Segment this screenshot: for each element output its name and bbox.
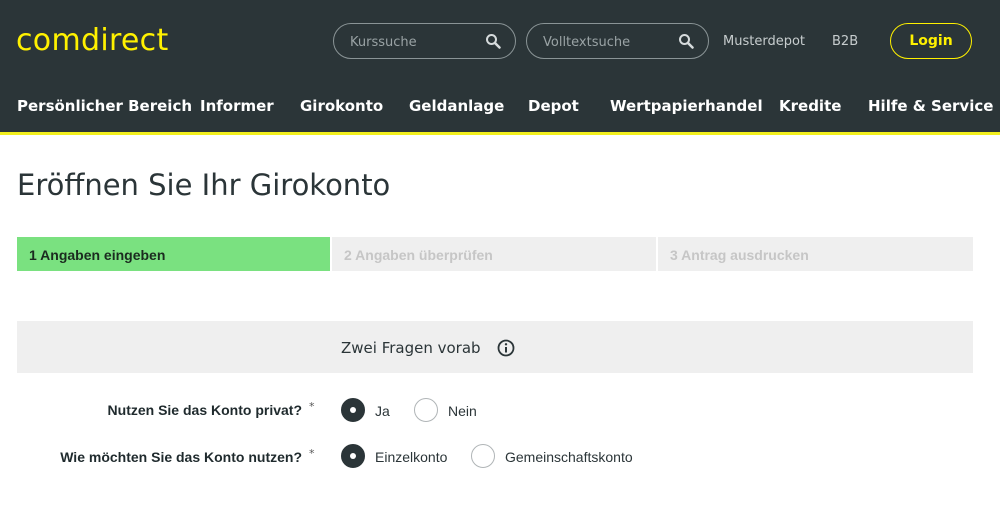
kurssuche-input[interactable]	[350, 32, 480, 52]
volltextsuche-box[interactable]	[526, 23, 709, 59]
volltextsuche-input[interactable]	[543, 32, 673, 52]
question-nutzung-label: Wie möchten Sie das Konto nutzen?	[60, 449, 302, 465]
musterdepot-link[interactable]: Musterdepot	[723, 34, 805, 49]
comdirect-logo[interactable]: comdirect	[16, 23, 169, 58]
search-icon[interactable]	[485, 33, 501, 49]
site-header: comdirect Musterdepot B2B Login Persönli…	[0, 0, 1000, 132]
required-mark: *	[309, 447, 315, 460]
nav-wertpapierhandel[interactable]: Wertpapierhandel	[610, 97, 763, 115]
step-2: 2 Angaben überprüfen	[332, 237, 656, 271]
radio-gemeinschaftskonto-label[interactable]: Gemeinschaftskonto	[505, 449, 633, 465]
radio-einzelkonto[interactable]	[341, 444, 365, 468]
login-button[interactable]: Login	[890, 23, 972, 59]
search-icon[interactable]	[678, 33, 694, 49]
radio-nein-label[interactable]: Nein	[448, 403, 477, 419]
required-mark: *	[309, 400, 315, 413]
section-title: Zwei Fragen vorab	[341, 339, 481, 357]
info-icon[interactable]	[497, 339, 515, 357]
radio-einzelkonto-label[interactable]: Einzelkonto	[375, 449, 447, 465]
radio-gemeinschaftskonto[interactable]	[471, 444, 495, 468]
nav-kredite[interactable]: Kredite	[779, 97, 841, 115]
page-title: Eröffnen Sie Ihr Girokonto	[17, 168, 391, 202]
radio-ja[interactable]	[341, 398, 365, 422]
radio-ja-label[interactable]: Ja	[375, 403, 390, 419]
radio-nein[interactable]	[414, 398, 438, 422]
step-1-active: 1 Angaben eingeben	[17, 237, 330, 271]
section-header	[17, 321, 973, 373]
nav-girokonto[interactable]: Girokonto	[300, 97, 383, 115]
step-3: 3 Antrag ausdrucken	[658, 237, 973, 271]
nav-hilfe-service[interactable]: Hilfe & Service	[868, 97, 993, 115]
nav-depot[interactable]: Depot	[528, 97, 579, 115]
question-privat-label: Nutzen Sie das Konto privat?	[107, 402, 302, 418]
kurssuche-box[interactable]	[333, 23, 516, 59]
header-accent-line	[0, 132, 1000, 135]
nav-informer[interactable]: Informer	[200, 97, 274, 115]
nav-persoenlicher-bereich[interactable]: Persönlicher Bereich	[17, 97, 192, 115]
b2b-link[interactable]: B2B	[832, 34, 858, 49]
nav-geldanlage[interactable]: Geldanlage	[409, 97, 504, 115]
